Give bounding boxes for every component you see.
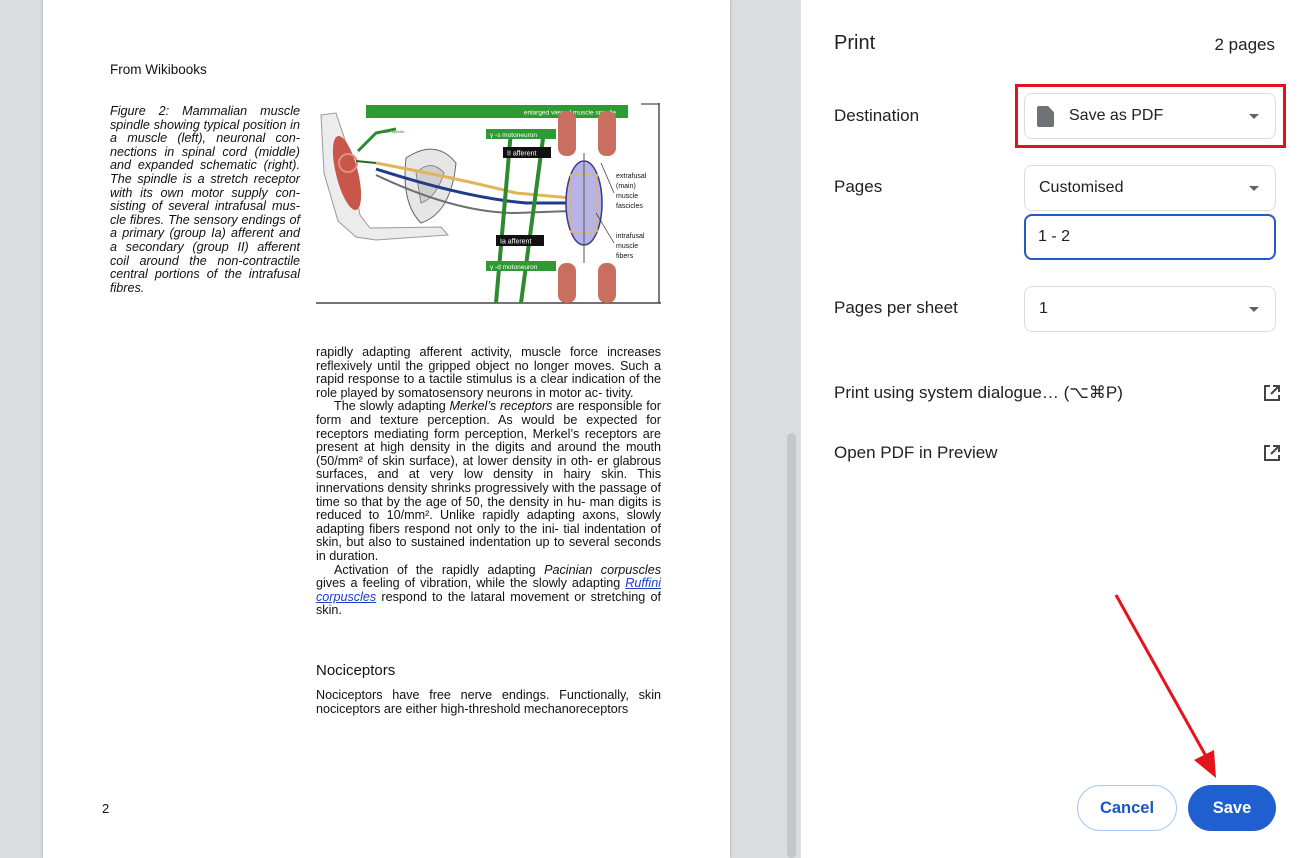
save-button[interactable]: Save	[1188, 785, 1276, 831]
print-system-dialogue-link[interactable]: Print using system dialogue… (⌥⌘P)	[834, 378, 1281, 408]
print-system-dialogue-label: Print using system dialogue… (⌥⌘P)	[834, 383, 1123, 402]
destination-label: Destination	[834, 106, 920, 125]
pages-range-input[interactable]	[1024, 214, 1276, 260]
svg-text:muscle: muscle	[616, 193, 638, 200]
muscle-spindle-figure: enlarged view of muscle spindle muscle s…	[316, 103, 661, 304]
page-header: From Wikibooks	[110, 62, 207, 77]
pages-value: Customised	[1039, 179, 1124, 196]
cancel-button[interactable]: Cancel	[1077, 785, 1177, 831]
preview-page: From Wikibooks Figure 2: Mammalian muscl…	[43, 0, 730, 858]
section-text: Nociceptors have free nerve endings. Fun…	[316, 688, 661, 716]
svg-text:muscle: muscle	[616, 243, 638, 250]
figure-label-ia-afferent: Ia afferent	[500, 239, 531, 246]
open-external-icon	[1264, 445, 1280, 461]
svg-text:(main): (main)	[616, 183, 636, 190]
destination-value: Save as PDF	[1069, 107, 1164, 124]
figure-label-gamma-d: γ -d motoneuron	[490, 264, 538, 271]
pages-label: Pages	[834, 177, 883, 196]
paragraph-2: The slowly adapting Merkel’s receptors a…	[316, 400, 661, 563]
open-external-icon	[1264, 385, 1280, 401]
figure-label-ii-afferent: II afferent	[507, 151, 537, 158]
panel-title: Print	[834, 32, 876, 54]
dropdown-caret-icon	[1249, 186, 1259, 191]
svg-text:fibers: fibers	[616, 253, 634, 260]
paragraph-3-italic: Pacinian corpuscles	[544, 562, 661, 577]
svg-text:fascicles: fascicles	[616, 203, 643, 210]
paragraph-2-text-end: are responsible for form and texture per…	[316, 399, 661, 563]
figure-label-intrafusal: intrafusal muscle fibers	[616, 233, 645, 260]
preview-scrollbar-thumb[interactable]	[787, 433, 796, 858]
open-pdf-label: Open PDF in Preview	[834, 443, 998, 462]
pages-per-sheet-select[interactable]: 1	[1024, 286, 1276, 332]
paragraph-3-text-mid: gives a feeling of vibration, while the …	[316, 576, 626, 591]
open-pdf-in-preview-link[interactable]: Open PDF in Preview	[834, 438, 1281, 468]
pages-select[interactable]: Customised	[1024, 165, 1276, 211]
section-heading: Nociceptors	[316, 662, 396, 679]
paragraph-3-text: Activation of the rapidly adapting	[334, 562, 545, 577]
print-preview-area: From Wikibooks Figure 2: Mammalian muscl…	[0, 0, 800, 858]
pdf-file-icon	[1037, 106, 1054, 127]
dropdown-caret-icon	[1249, 307, 1259, 312]
dropdown-caret-icon	[1249, 114, 1259, 119]
figure-label-gamma-s: γ -s motoneuron	[490, 132, 537, 139]
paragraph-2-italic: Merkel’s receptors	[449, 399, 553, 414]
pages-per-sheet-label: Pages per sheet	[834, 298, 958, 317]
figure-label-extrafusal: extrafusal (main) muscle fascicles	[616, 173, 647, 210]
svg-text:extrafusal: extrafusal	[616, 173, 647, 180]
destination-select[interactable]: Save as PDF	[1024, 93, 1276, 139]
paragraph-3: Activation of the rapidly adapting Pacin…	[316, 562, 661, 618]
body-text: rapidly adapting afferent activity, musc…	[316, 345, 661, 618]
svg-text:intrafusal: intrafusal	[616, 233, 645, 240]
pages-per-sheet-value: 1	[1039, 300, 1048, 317]
paragraph-1: rapidly adapting afferent activity, musc…	[316, 345, 661, 400]
print-settings-panel: Print 2 pages Destination Save as PDF Pa…	[800, 0, 1300, 858]
figure-caption: Figure 2: Mammalian muscle spindle showi…	[110, 104, 300, 295]
page-number: 2	[102, 801, 110, 816]
page-count: 2 pages	[1214, 35, 1276, 54]
paragraph-2-text: The slowly adapting	[334, 399, 450, 414]
figure-label-spindle: muscle spindle	[378, 129, 405, 134]
